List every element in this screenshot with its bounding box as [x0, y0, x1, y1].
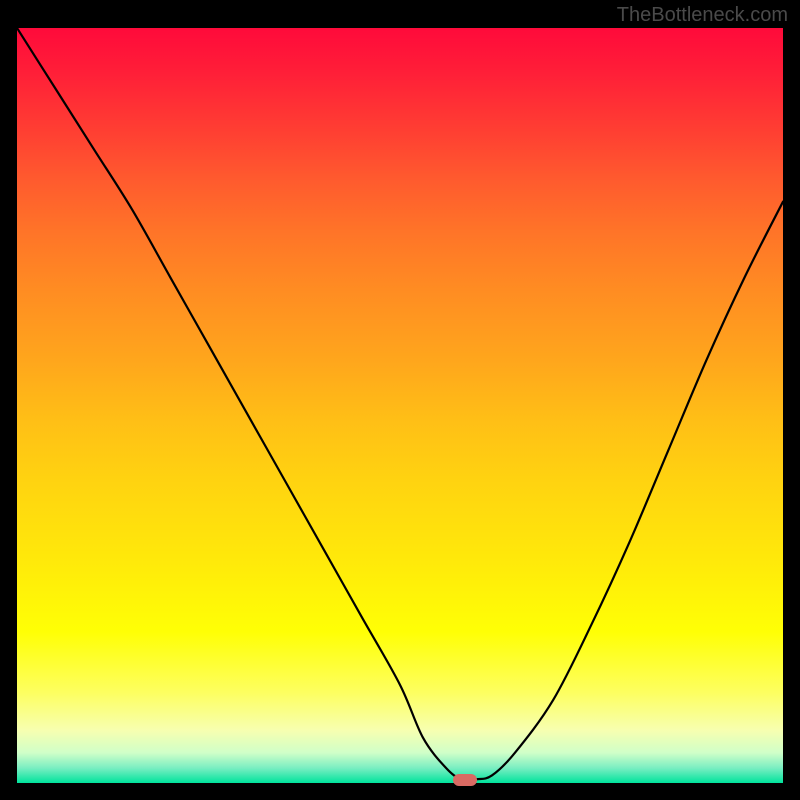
watermark-text: TheBottleneck.com [617, 4, 788, 27]
curve-svg [17, 28, 783, 783]
optimal-marker [453, 774, 477, 786]
bottleneck-curve [17, 28, 783, 780]
plot-area [17, 28, 783, 783]
